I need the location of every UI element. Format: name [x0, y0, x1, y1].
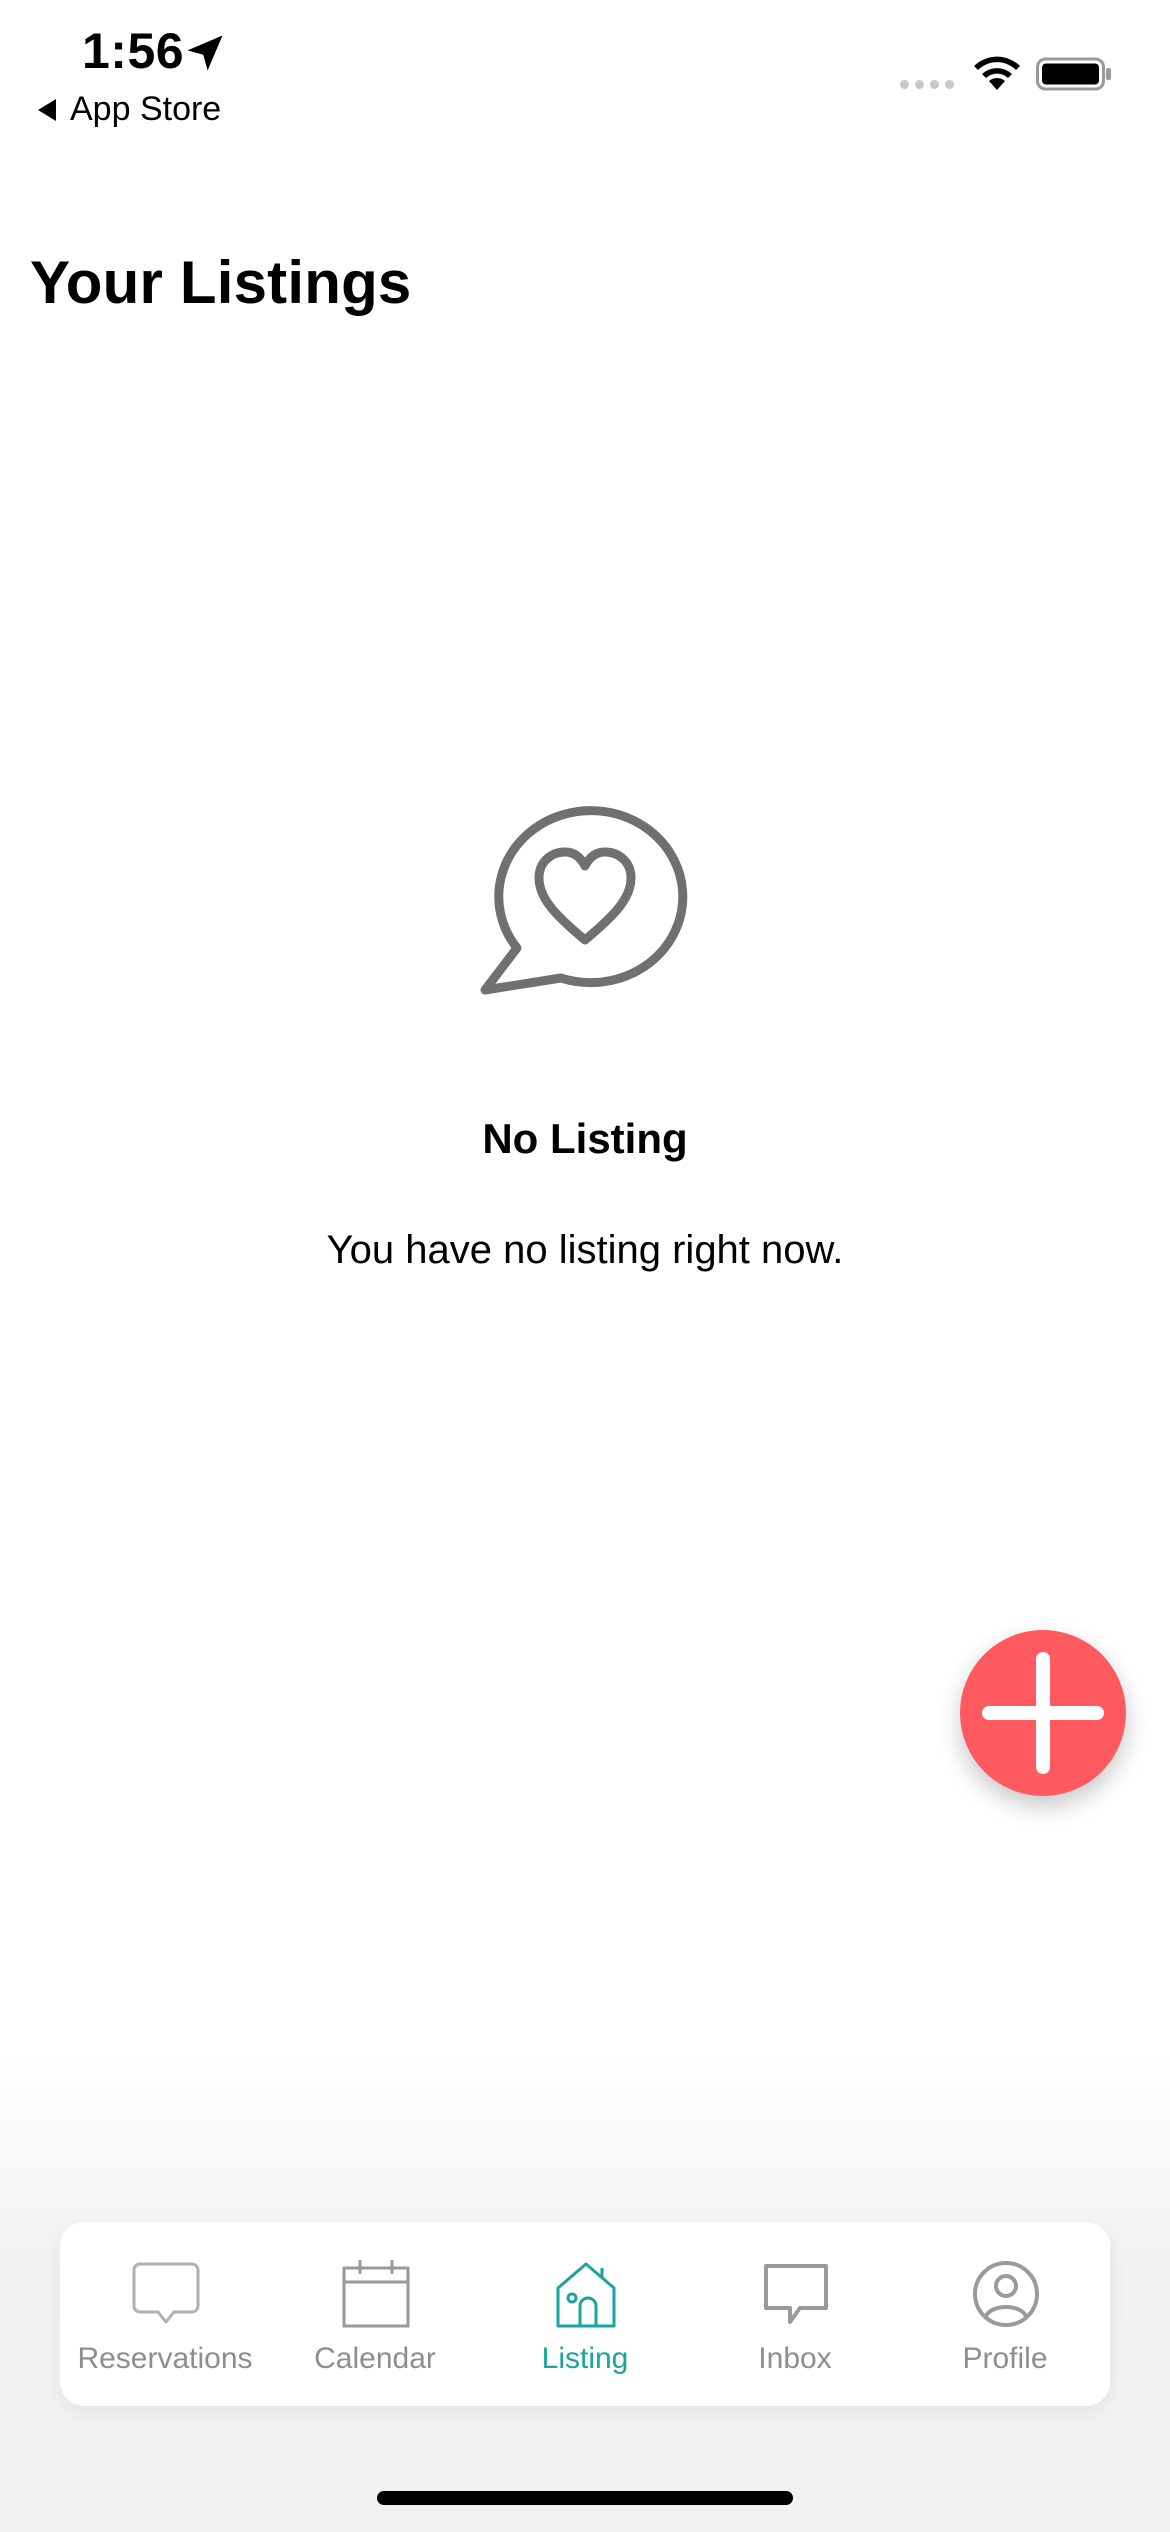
- cellular-signal-icon: [900, 80, 954, 89]
- tab-label-reservations: Reservations: [77, 2342, 253, 2375]
- back-to-app-store-link[interactable]: App Store: [38, 90, 221, 129]
- tab-profile[interactable]: Profile: [900, 2222, 1110, 2406]
- tab-label-inbox: Inbox: [758, 2342, 832, 2375]
- tab-label-calendar: Calendar: [314, 2342, 436, 2375]
- tab-label-profile: Profile: [962, 2342, 1048, 2375]
- chat-bubble-icon: [132, 2262, 200, 2324]
- tab-listing[interactable]: Listing: [480, 2222, 690, 2406]
- wifi-icon: [974, 56, 1020, 90]
- user-circle-icon: [973, 2261, 1039, 2327]
- empty-state-title: No Listing: [482, 1115, 688, 1162]
- home-indicator[interactable]: [377, 2491, 793, 2505]
- location-arrow-icon: [187, 35, 223, 71]
- status-time: 1:56: [82, 23, 185, 79]
- battery-icon: [1036, 57, 1111, 91]
- empty-state-message: You have no listing right now.: [326, 1228, 844, 1272]
- page-title: Your Listings: [30, 249, 412, 316]
- back-arrow-icon: [38, 98, 56, 121]
- status-bar: 1:56 App Store: [0, 0, 1170, 140]
- heart-speech-bubble-icon: [480, 806, 688, 995]
- tab-label-listing: Listing: [541, 2342, 629, 2375]
- add-listing-button[interactable]: [960, 1630, 1126, 1796]
- house-icon: [556, 2262, 616, 2328]
- tab-bar: Reservations Calendar Listing Inbox Prof…: [60, 2222, 1110, 2406]
- message-icon: [764, 2264, 828, 2324]
- calendar-icon: [342, 2260, 410, 2328]
- tab-inbox[interactable]: Inbox: [690, 2222, 900, 2406]
- tab-calendar[interactable]: Calendar: [270, 2222, 480, 2406]
- back-link-label: App Store: [70, 90, 222, 128]
- tab-reservations[interactable]: Reservations: [60, 2222, 270, 2406]
